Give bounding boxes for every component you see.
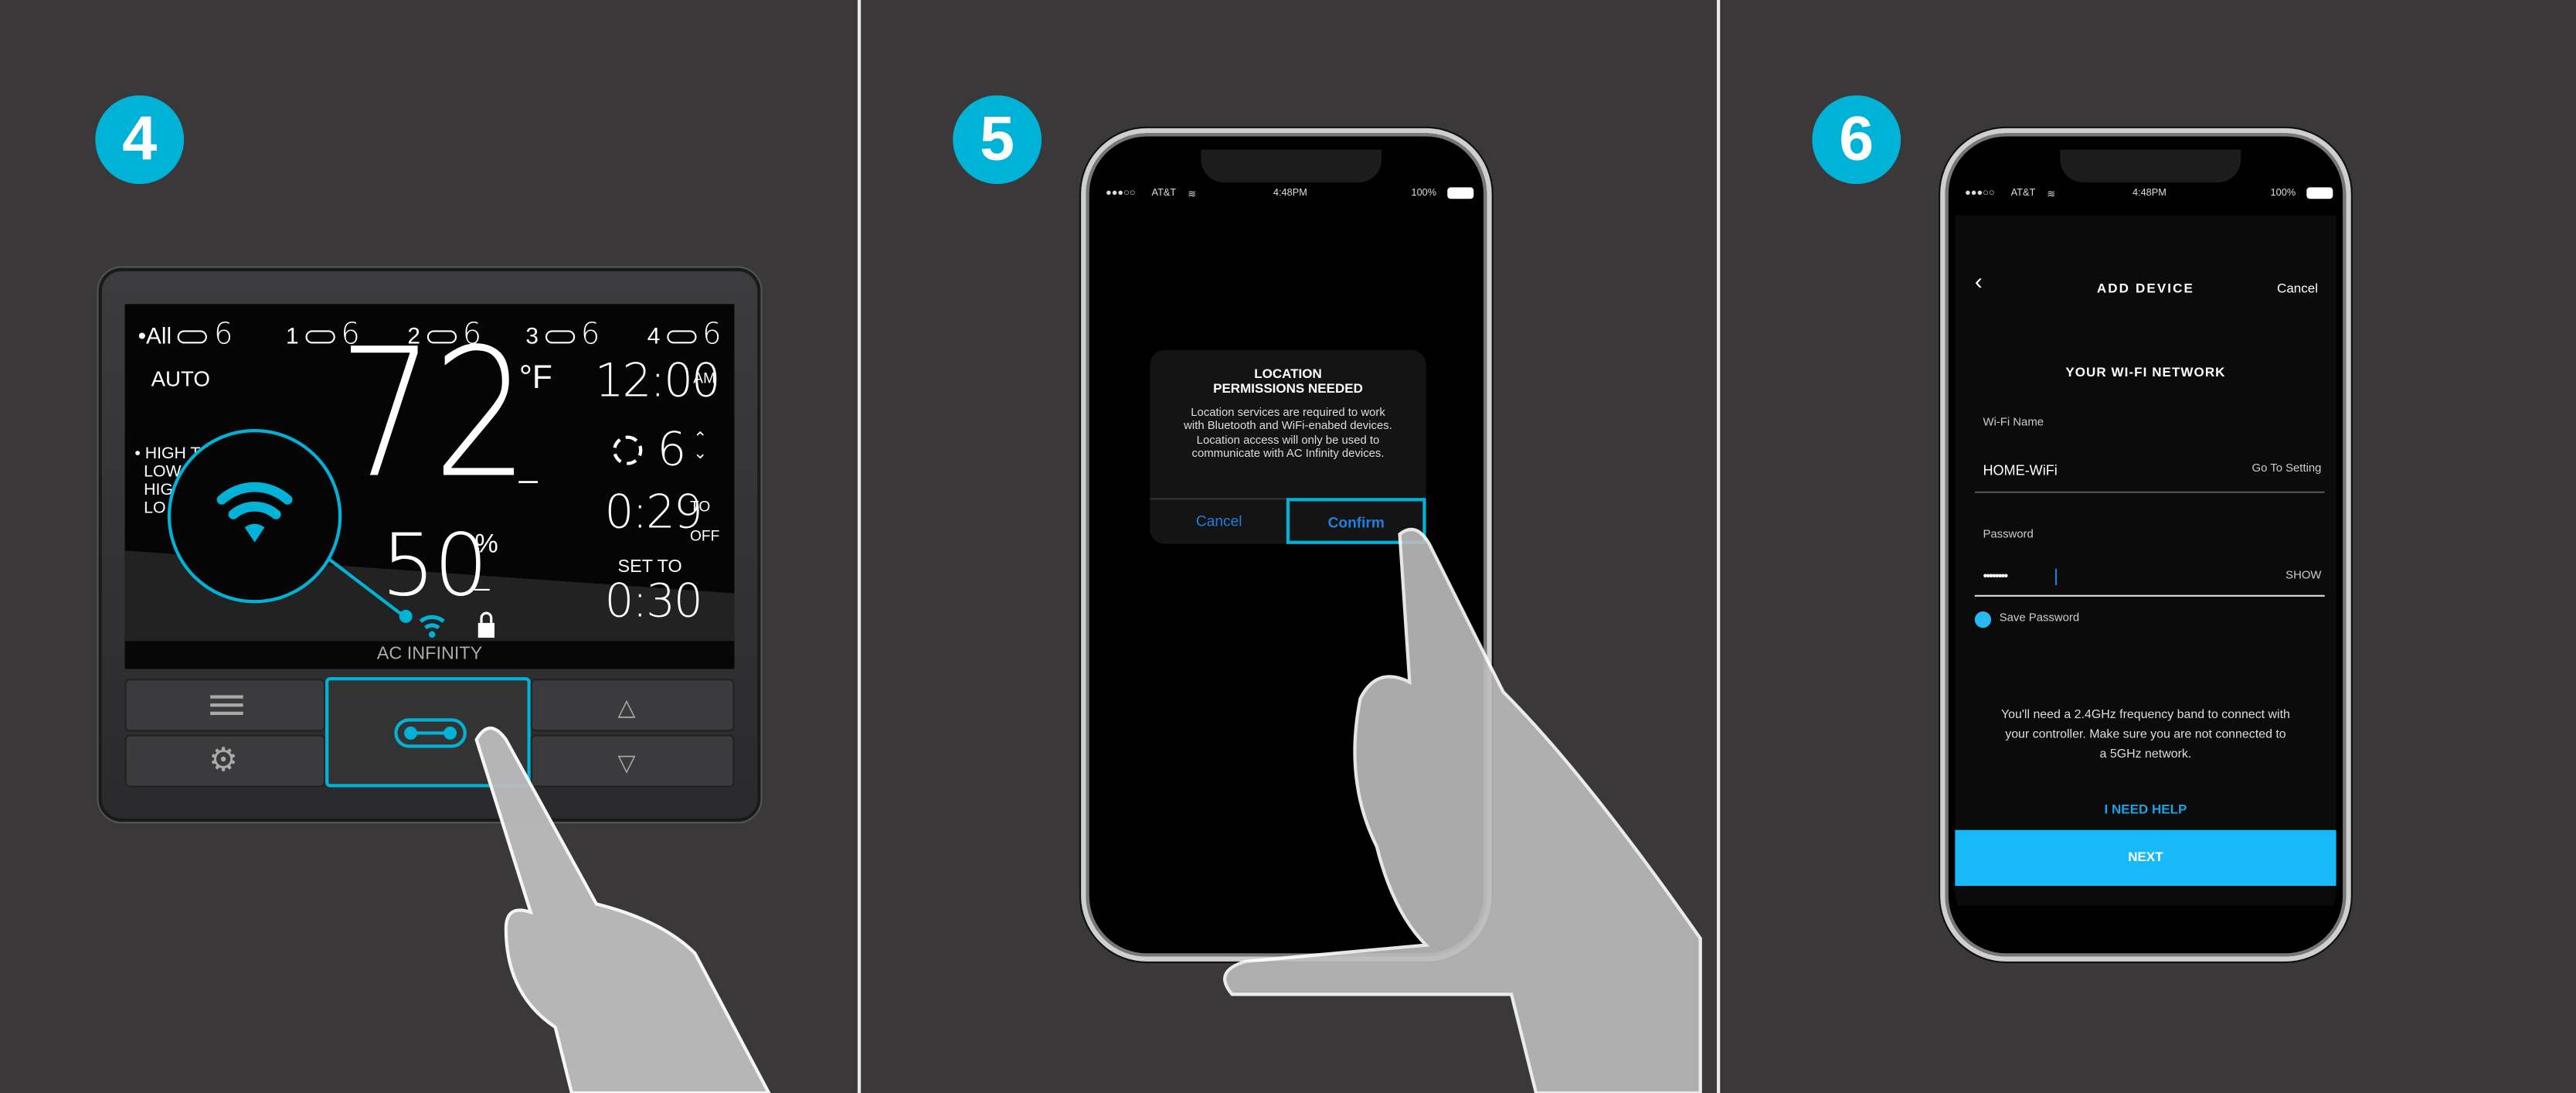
show-password-button[interactable]: SHOW: [2285, 570, 2321, 582]
battery-icon: [1447, 187, 1474, 199]
port-link-icon: [394, 718, 467, 748]
hand-pointer: [474, 726, 771, 1093]
instruction-steps: 4 •All 61 62 63 64 6 AUTO • HIGH T LOW H…: [0, 0, 2576, 1093]
password-field[interactable]: •••••••• SHOW: [1974, 560, 2325, 597]
brand-label: AC INFINITY: [376, 644, 483, 665]
frequency-note: You'll need a 2.4GHz frequency band to c…: [2000, 707, 2290, 761]
menu-button[interactable]: [124, 679, 326, 732]
add-device-screen: ‹ ADD DEVICE Cancel YOUR WI-FI NETWORK W…: [1955, 215, 2336, 906]
cancel-link[interactable]: Cancel: [2277, 281, 2318, 296]
divider: [857, 0, 861, 1093]
status-bar: ●●●○○ AT&T ≋ 4:48PM 100%: [1955, 187, 2336, 209]
menu-icon: [210, 695, 243, 715]
password-label: Password: [1983, 529, 2034, 541]
step-badge-4: 4: [95, 95, 185, 185]
gear-icon: ⚙: [209, 743, 239, 779]
save-password-label: Save Password: [1999, 613, 2080, 625]
lock-icon: [477, 611, 495, 638]
save-password-checkbox[interactable]: [1974, 611, 1992, 628]
battery-icon: [2306, 187, 2333, 199]
wifi-icon: ≋: [2047, 190, 2056, 201]
hand-pointer: [1223, 527, 1702, 1093]
section-title: YOUR WI-FI NETWORK: [2065, 365, 2226, 380]
help-link[interactable]: I NEED HELP: [1955, 802, 2336, 817]
settings-button[interactable]: ⚙: [124, 734, 326, 788]
wifi-icon: [419, 615, 445, 630]
location-permission-dialog: LOCATION PERMISSIONS NEEDED Location serv…: [1150, 349, 1426, 544]
dialog-title: LOCATION PERMISSIONS NEEDED: [1213, 366, 1363, 397]
wifi-name-field[interactable]: HOME-WiFi Go To Setting: [1974, 454, 2325, 493]
next-button[interactable]: NEXT: [1955, 829, 2336, 887]
text-cursor: [2055, 568, 2058, 585]
step-badge-6: 6: [1812, 95, 1901, 185]
step-badge-5: 5: [953, 95, 1042, 185]
go-to-setting-link[interactable]: Go To Setting: [2252, 464, 2322, 475]
wifi-callout: [167, 428, 495, 638]
dialog-body: Location services are required to work w…: [1184, 407, 1392, 461]
wifi-name-label: Wi-Fi Name: [1983, 417, 2044, 429]
status-bar: ●●●○○ AT&T ≋ 4:48PM 100%: [1096, 187, 1477, 209]
controller-display: •All 61 62 63 64 6 AUTO • HIGH T LOW HIG…: [124, 304, 735, 669]
wifi-icon: ≋: [1188, 190, 1197, 201]
